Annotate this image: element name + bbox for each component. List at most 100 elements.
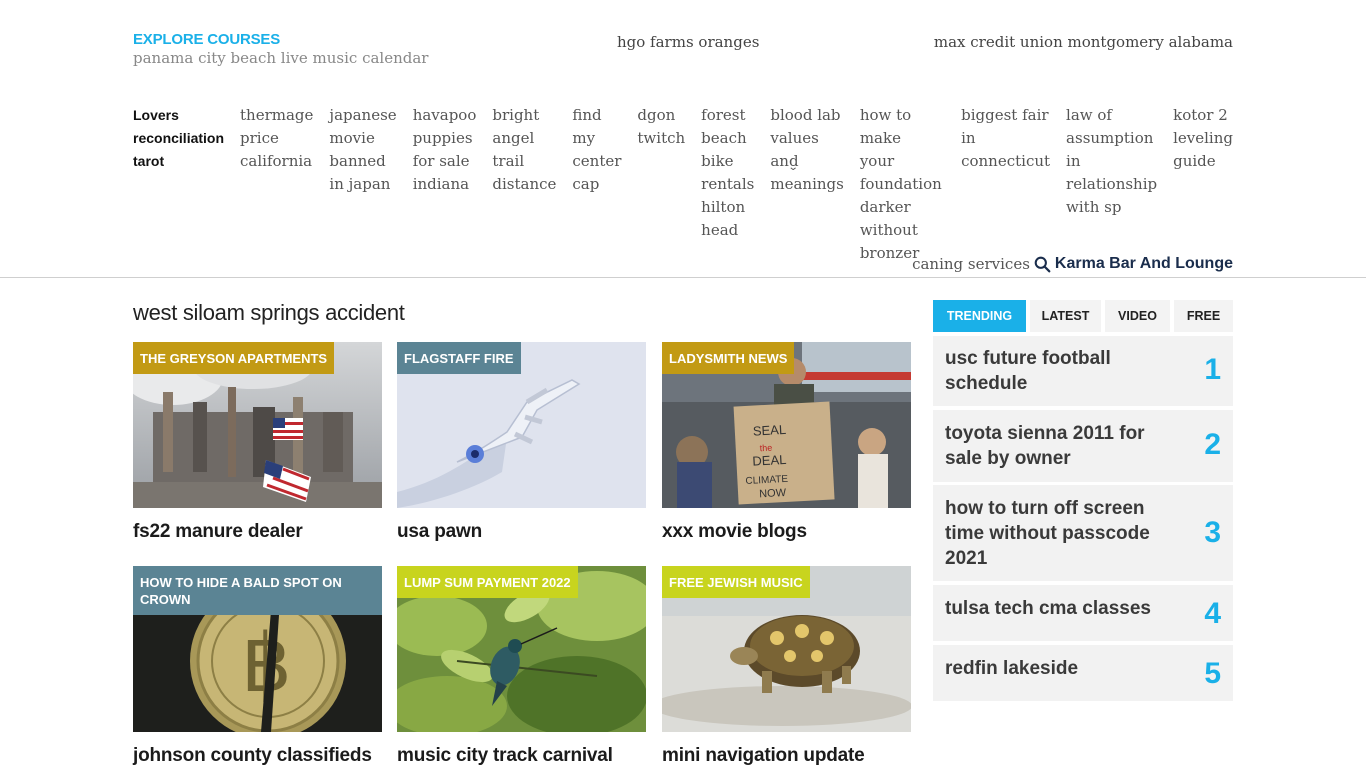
search-text-link[interactable]: caning services — [912, 255, 1030, 273]
nav-line: bright — [492, 106, 540, 124]
article-card[interactable]: ฿ HOW TO HIDE A BALD SPOT ON CROWN johns… — [133, 566, 382, 767]
article-headline[interactable]: johnson county classifieds — [133, 745, 382, 767]
nav-item-8[interactable]: blood lab values and meanings — [770, 104, 843, 265]
article-headline[interactable]: music city track carnival — [397, 745, 646, 767]
trending-item-title[interactable]: toyota sienna 2011 for sale by owner — [945, 421, 1175, 471]
trending-item-rank: 2 — [1204, 428, 1221, 461]
nav-line: reconciliation — [133, 130, 225, 146]
nav-line: for sale — [412, 152, 470, 170]
nav-line: center — [572, 152, 622, 170]
nav-item-3[interactable]: havapoo puppies for sale indiana — [413, 104, 477, 265]
trending-item-title[interactable]: redfin lakeside — [945, 656, 1175, 681]
nav-line: find — [572, 106, 602, 124]
article-headline[interactable]: usa pawn — [397, 521, 646, 543]
nav-line: leveling — [1173, 129, 1233, 147]
nav-item-6[interactable]: dgon twitch — [637, 104, 685, 265]
svg-text:SEAL: SEAL — [752, 422, 786, 439]
svg-text:CLIMATE: CLIMATE — [745, 474, 788, 487]
article-category-tag[interactable]: LUMP SUM PAYMENT 2022 — [397, 566, 578, 598]
search-icon[interactable] — [1034, 256, 1051, 273]
nav-item-4[interactable]: bright angel trail distance — [492, 104, 556, 265]
site-name-link[interactable]: Karma Bar And Lounge — [1055, 255, 1233, 273]
article-card[interactable]: FLAGSTAFF FIRE usa pawn — [397, 342, 646, 543]
article-image[interactable]: FLAGSTAFF FIRE — [397, 342, 646, 508]
brand-subtitle-link[interactable]: panama city beach live music calendar — [133, 49, 428, 67]
tab-latest[interactable]: LATEST — [1030, 300, 1101, 332]
nav-line: cap — [572, 175, 600, 193]
svg-text:the: the — [760, 443, 773, 454]
trending-item-title[interactable]: usc future football schedule — [945, 346, 1175, 396]
nav-line: and — [770, 152, 799, 170]
nav-item-10[interactable]: biggest fair in connecticut — [961, 104, 1050, 265]
nav-line: in — [1066, 152, 1081, 170]
nav-line: forest — [701, 106, 746, 124]
article-category-tag[interactable]: FLAGSTAFF FIRE — [397, 342, 521, 374]
nav-line: movie — [329, 129, 375, 147]
nav-line: connecticut — [961, 152, 1051, 170]
article-image[interactable]: ฿ HOW TO HIDE A BALD SPOT ON CROWN — [133, 566, 382, 732]
article-image[interactable]: SEAL the DEAL CLIMATE NOW LADYSMITH NEWS — [662, 342, 911, 508]
svg-text:DEAL: DEAL — [752, 452, 787, 469]
header-link-right[interactable]: max credit union montgomery alabama — [934, 33, 1233, 51]
header-divider — [0, 277, 1366, 278]
nav-item-0[interactable]: Lovers reconciliation tarot — [133, 104, 224, 265]
nav-item-11[interactable]: law of assumption in relationship with s… — [1066, 104, 1157, 265]
trending-item-title[interactable]: how to turn off screen time without pass… — [945, 496, 1175, 571]
article-category-tag[interactable]: LADYSMITH NEWS — [662, 342, 795, 374]
trending-item[interactable]: toyota sienna 2011 for sale by owner 2 — [933, 410, 1233, 482]
article-image[interactable]: THE GREYSON APARTMENTS — [133, 342, 382, 508]
nav-line: trail — [492, 152, 525, 170]
brand-link[interactable]: EXPLORE COURSES — [133, 31, 428, 48]
article-headline[interactable]: fs22 manure dealer — [133, 521, 382, 543]
nav-line: japanese — [329, 106, 397, 124]
header-link-mid[interactable]: hgo farms oranges — [617, 33, 759, 51]
tab-free[interactable]: FREE — [1174, 300, 1233, 332]
nav-line: in — [961, 129, 976, 147]
article-headline[interactable]: xxx movie blogs — [662, 521, 911, 543]
nav-line: hilton — [701, 198, 746, 216]
nav-line: assumption — [1066, 129, 1154, 147]
nav-line: rentals — [701, 175, 755, 193]
nav-line: foundation — [859, 175, 942, 193]
sidebar-tabs: TRENDING LATEST VIDEO FREE — [933, 300, 1233, 332]
tab-trending[interactable]: TRENDING — [933, 300, 1026, 332]
search-row: caning services Karma Bar And Lounge — [912, 255, 1233, 273]
nav-line: biggest fair — [961, 106, 1049, 124]
article-headline[interactable]: mini navigation update — [662, 745, 911, 767]
nav-item-12[interactable]: kotor 2 leveling guide — [1173, 104, 1233, 265]
trending-item-rank: 3 — [1204, 516, 1221, 549]
nav-item-2[interactable]: japanese movie banned in japan — [329, 104, 396, 265]
nav-line: kotor 2 — [1173, 106, 1228, 124]
trending-item[interactable]: redfin lakeside 5 — [933, 645, 1233, 701]
article-category-tag[interactable]: FREE JEWISH MUSIC — [662, 566, 810, 598]
article-card[interactable]: THE GREYSON APARTMENTS fs22 manure deale… — [133, 342, 382, 543]
main-nav: Lovers reconciliation tarot thermage pri… — [133, 104, 1233, 265]
nav-line: twitch — [637, 129, 686, 147]
trending-item-rank: 5 — [1204, 657, 1221, 690]
chevron-down-icon[interactable]: ⌄ — [788, 162, 799, 173]
nav-item-1[interactable]: thermage price california — [240, 104, 313, 265]
trending-item-rank: 1 — [1204, 353, 1221, 386]
trending-item[interactable]: tulsa tech cma classes 4 — [933, 585, 1233, 641]
trending-item-title[interactable]: tulsa tech cma classes — [945, 596, 1175, 621]
article-card[interactable]: SEAL the DEAL CLIMATE NOW LADYSMITH NEWS… — [662, 342, 911, 543]
trending-item[interactable]: usc future football schedule 1 — [933, 336, 1233, 406]
article-image[interactable]: FREE JEWISH MUSIC — [662, 566, 911, 732]
nav-line: in japan — [329, 175, 391, 193]
nav-line: your — [859, 152, 895, 170]
nav-line: without — [859, 221, 918, 239]
article-category-tag[interactable]: HOW TO HIDE A BALD SPOT ON CROWN — [133, 566, 382, 615]
nav-line: head — [701, 221, 739, 239]
article-category-tag[interactable]: THE GREYSON APARTMENTS — [133, 342, 335, 374]
nav-item-5[interactable]: find my center cap — [572, 104, 621, 265]
svg-text:NOW: NOW — [759, 487, 787, 500]
tab-video[interactable]: VIDEO — [1105, 300, 1170, 332]
nav-item-7[interactable]: forest beach bike rentals hilton head — [701, 104, 754, 265]
nav-line: thermage — [240, 106, 314, 124]
nav-line: guide — [1173, 152, 1216, 170]
nav-item-9[interactable]: how to make your foundation darker witho… — [860, 104, 945, 265]
article-card[interactable]: FREE JEWISH MUSIC mini navigation update — [662, 566, 911, 767]
article-card[interactable]: LUMP SUM PAYMENT 2022 music city track c… — [397, 566, 646, 767]
article-image[interactable]: LUMP SUM PAYMENT 2022 — [397, 566, 646, 732]
trending-item[interactable]: how to turn off screen time without pass… — [933, 485, 1233, 581]
